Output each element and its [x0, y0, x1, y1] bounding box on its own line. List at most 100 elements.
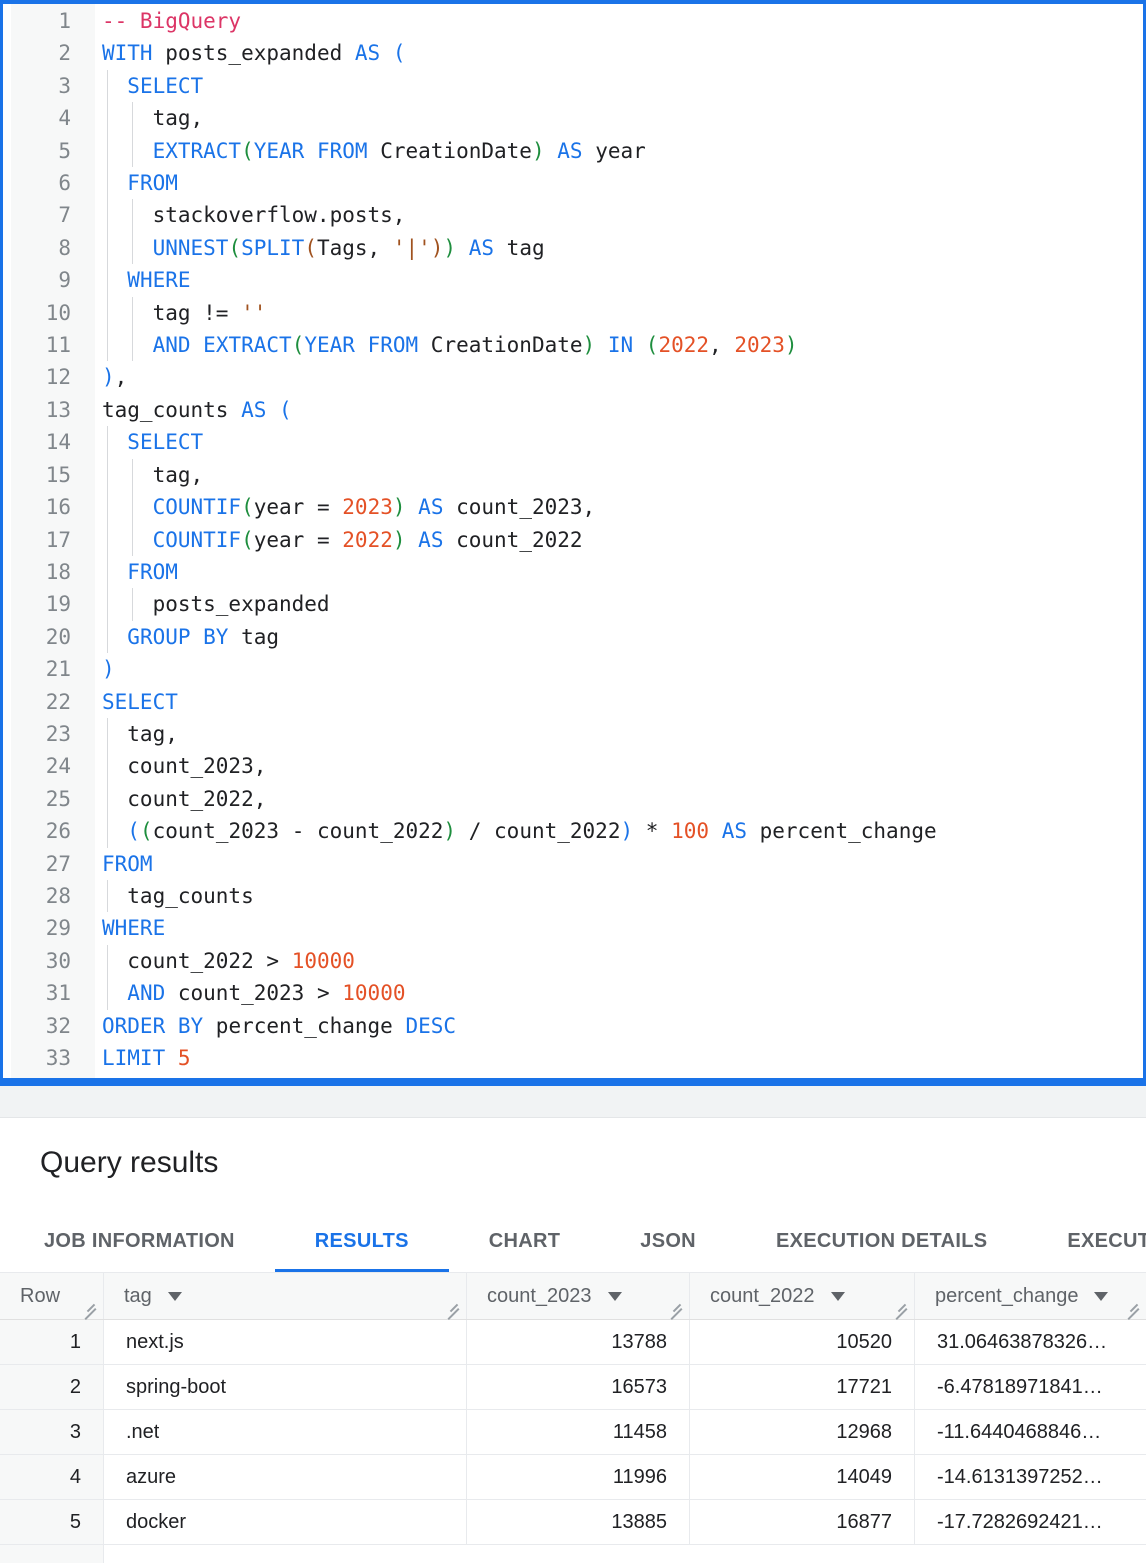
indent-guide [107, 750, 108, 782]
cell-Row: 4 [0, 1455, 104, 1499]
cell-percent_change: -11.6440468846… [915, 1410, 1146, 1454]
code-text: ), [95, 361, 127, 393]
tab-json[interactable]: JSON [600, 1214, 736, 1272]
tab-chart[interactable]: CHART [449, 1214, 601, 1272]
column-resize-handle[interactable] [893, 1303, 910, 1318]
code-line: 2WITH posts_expanded AS ( [11, 37, 1143, 69]
line-number: 24 [11, 750, 95, 782]
cell-percent_change: 31.06463878326… [915, 1320, 1146, 1364]
cell-percent_change: -14.6131397252… [915, 1455, 1146, 1499]
tab-job-information[interactable]: JOB INFORMATION [4, 1214, 275, 1272]
code-line: 10 tag != '' [11, 297, 1143, 329]
indent-guide [107, 167, 108, 199]
code-text: ORDER BY percent_change DESC [95, 1010, 456, 1042]
cell-count_2022: 10520 [690, 1320, 915, 1364]
code-line: 30 count_2022 > 10000 [11, 945, 1143, 977]
line-number: 1 [11, 5, 95, 37]
tab-results[interactable]: RESULTS [275, 1214, 449, 1272]
line-number: 30 [11, 945, 95, 977]
column-dropdown-icon[interactable] [1094, 1292, 1108, 1301]
code-line: 25 count_2022, [11, 783, 1143, 815]
code-line: 6 FROM [11, 167, 1143, 199]
line-number: 29 [11, 912, 95, 944]
line-number: 14 [11, 426, 95, 458]
code-text: GROUP BY tag [95, 621, 279, 653]
column-resize-handle[interactable] [668, 1303, 685, 1318]
line-number: 10 [11, 297, 95, 329]
code-text: tag_counts [95, 880, 254, 912]
cell-tag: .net [104, 1410, 467, 1454]
column-resize-handle[interactable] [445, 1303, 462, 1318]
column-header-Row[interactable]: Row [0, 1273, 104, 1319]
code-text: AND EXTRACT(YEAR FROM CreationDate) IN (… [95, 329, 798, 361]
column-header-count_2022[interactable]: count_2022 [690, 1273, 915, 1319]
line-number: 27 [11, 848, 95, 880]
line-number: 32 [11, 1010, 95, 1042]
code-line: 5 EXTRACT(YEAR FROM CreationDate) AS yea… [11, 135, 1143, 167]
code-line: 18 FROM [11, 556, 1143, 588]
cell-percent_change: -6.47818971841… [915, 1365, 1146, 1409]
cell-Row: 1 [0, 1320, 104, 1364]
line-number: 20 [11, 621, 95, 653]
results-tab-bar: JOB INFORMATIONRESULTSCHARTJSONEXECUTION… [0, 1214, 1146, 1272]
indent-guide [132, 232, 133, 264]
indent-guide [107, 588, 108, 620]
line-number: 31 [11, 977, 95, 1009]
code-line: 9 WHERE [11, 264, 1143, 296]
tab-execution-details[interactable]: EXECUTION DETAILS [736, 1214, 1027, 1272]
results-table: Row tag count_2023 count_2022 percent_change… [0, 1272, 1146, 1563]
column-dropdown-icon[interactable] [168, 1292, 182, 1301]
column-resize-handle[interactable] [1125, 1303, 1142, 1318]
code-line: 33LIMIT 5 [11, 1042, 1143, 1074]
editor-results-splitter[interactable] [0, 1078, 1146, 1086]
cell-count_2022: 17721 [690, 1365, 915, 1409]
code-text: WITH posts_expanded AS ( [95, 37, 405, 69]
panel-divider-strip [0, 1086, 1146, 1118]
code-text: WHERE [95, 912, 165, 944]
line-number: 17 [11, 524, 95, 556]
indent-guide [132, 524, 133, 556]
line-number: 8 [11, 232, 95, 264]
indent-guide [107, 621, 108, 653]
code-text: tag, [95, 459, 203, 491]
code-line: 27FROM [11, 848, 1143, 880]
column-resize-handle[interactable] [82, 1303, 99, 1318]
code-line: 21) [11, 653, 1143, 685]
indent-guide [132, 491, 133, 523]
indent-guide [107, 264, 108, 296]
cell-count_2022: 16877 [690, 1500, 915, 1544]
cell-count_2023: 13885 [467, 1500, 690, 1544]
cell-count_2023: 11996 [467, 1455, 690, 1499]
code-line: 15 tag, [11, 459, 1143, 491]
column-label: Row [20, 1285, 60, 1308]
column-dropdown-icon[interactable] [608, 1292, 622, 1301]
indent-guide [107, 426, 108, 458]
line-number: 11 [11, 329, 95, 361]
column-header-percent_change[interactable]: percent_change [915, 1273, 1146, 1319]
cell-tag: azure [104, 1455, 467, 1499]
column-label: count_2023 [487, 1285, 592, 1308]
indent-guide [107, 491, 108, 523]
cell-tag: next.js [104, 1320, 467, 1364]
column-header-count_2023[interactable]: count_2023 [467, 1273, 690, 1319]
line-number: 28 [11, 880, 95, 912]
line-number: 7 [11, 199, 95, 231]
sql-editor[interactable]: 1-- BigQuery2WITH posts_expanded AS (3 S… [0, 0, 1146, 1078]
code-line: 20 GROUP BY tag [11, 621, 1143, 653]
indent-guide [107, 945, 108, 977]
code-line: 22SELECT [11, 686, 1143, 718]
code-line: 29WHERE [11, 912, 1143, 944]
indent-guide [107, 977, 108, 1009]
code-text: EXTRACT(YEAR FROM CreationDate) AS year [95, 135, 646, 167]
column-dropdown-icon[interactable] [831, 1292, 845, 1301]
column-label: percent_change [935, 1285, 1078, 1308]
table-body: 1next.js137881052031.06463878326…2spring… [0, 1320, 1146, 1545]
line-number: 9 [11, 264, 95, 296]
table-row: 3.net1145812968-11.6440468846… [0, 1410, 1146, 1455]
code-line: 11 AND EXTRACT(YEAR FROM CreationDate) I… [11, 329, 1143, 361]
line-number: 33 [11, 1042, 95, 1074]
code-lines: 1-- BigQuery2WITH posts_expanded AS (3 S… [3, 4, 1143, 1074]
tab-execution-graph[interactable]: EXECUTION GRAPH [1027, 1214, 1146, 1272]
cell-count_2022: 14049 [690, 1455, 915, 1499]
column-header-tag[interactable]: tag [104, 1273, 467, 1319]
